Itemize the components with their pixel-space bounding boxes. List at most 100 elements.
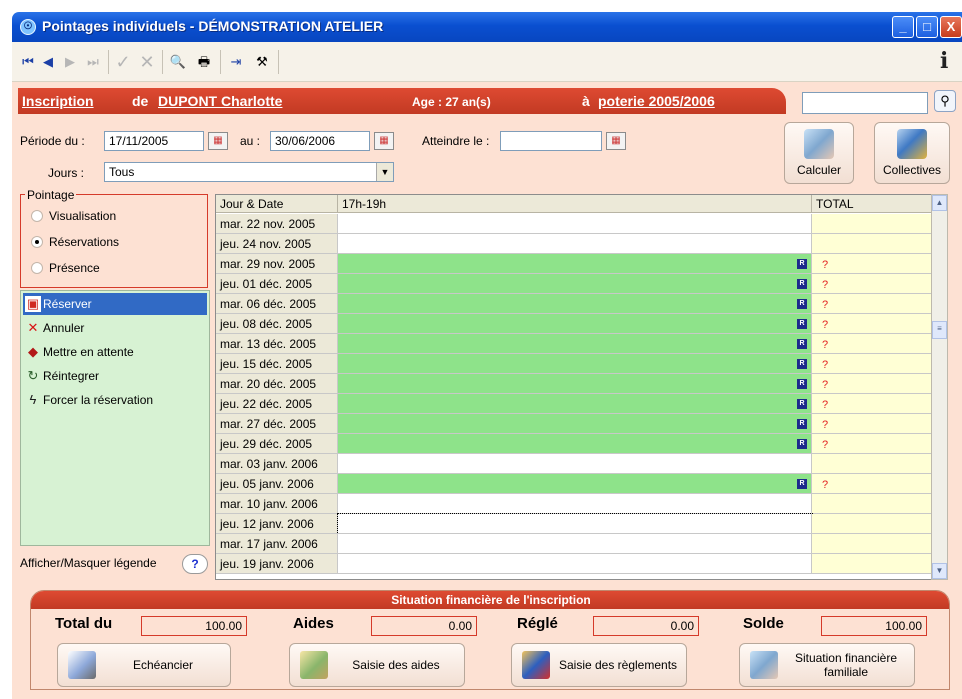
table-row[interactable]: jeu. 12 janv. 2006 xyxy=(216,513,947,535)
table-row[interactable]: jeu. 08 déc. 2005 R? xyxy=(216,314,947,334)
date-to-input[interactable]: 30/06/2006 xyxy=(270,131,370,151)
table-row[interactable]: mar. 03 janv. 2006 xyxy=(216,454,947,474)
slot-cell[interactable]: R xyxy=(338,414,812,434)
date-cell: jeu. 15 déc. 2005 xyxy=(216,354,338,374)
slot-cell[interactable]: R xyxy=(338,334,812,354)
close-button[interactable]: X xyxy=(940,16,962,38)
table-row[interactable]: mar. 06 déc. 2005 R? xyxy=(216,294,947,314)
table-row[interactable]: jeu. 22 déc. 2005 R? xyxy=(216,394,947,414)
slot-cell[interactable] xyxy=(338,534,812,554)
search-icon[interactable]: ⚲ xyxy=(934,90,956,112)
table-row[interactable]: mar. 10 janv. 2006 xyxy=(216,494,947,514)
calendar-to-icon[interactable]: ▦ xyxy=(374,132,394,150)
inscription-link[interactable]: Inscription xyxy=(22,93,94,109)
table-row[interactable]: jeu. 01 déc. 2005 R? xyxy=(216,274,947,294)
atteindre-input[interactable] xyxy=(500,131,602,151)
slot-cell[interactable]: R xyxy=(338,254,812,274)
slot-cell[interactable]: R xyxy=(338,374,812,394)
info-help-icon[interactable]: i xyxy=(940,48,948,74)
validate-icon[interactable]: ✓ xyxy=(112,52,134,72)
scroll-up-icon[interactable]: ▲ xyxy=(932,195,947,211)
date-from-input[interactable]: 17/11/2005 xyxy=(104,131,204,151)
slot-cell[interactable] xyxy=(337,513,813,535)
situation-familiale-button[interactable]: Situation financière familiale xyxy=(739,643,915,687)
table-row[interactable]: jeu. 15 déc. 2005 R? xyxy=(216,354,947,374)
action-item[interactable]: ▣ Réserver xyxy=(23,293,207,315)
radio-label: Visualisation xyxy=(49,209,117,223)
table-row[interactable]: mar. 20 déc. 2005 R? xyxy=(216,374,947,394)
legend-toggle-label[interactable]: Afficher/Masquer légende xyxy=(20,556,157,570)
legend-help-button[interactable]: ? xyxy=(182,554,208,574)
jours-select[interactable]: Tous xyxy=(104,162,394,182)
col-header-total[interactable]: TOTAL xyxy=(812,195,932,213)
table-row[interactable]: jeu. 05 janv. 2006 R? xyxy=(216,474,947,494)
slot-cell[interactable] xyxy=(338,454,812,474)
maximize-button[interactable]: □ xyxy=(916,16,938,38)
grid-scrollbar[interactable]: ▲ ≡ ▼ xyxy=(931,194,948,580)
slot-cell[interactable] xyxy=(338,494,812,514)
slot-cell[interactable]: R xyxy=(338,294,812,314)
lightning-icon: ϟ xyxy=(29,392,37,407)
action-item[interactable]: ✕ Annuler xyxy=(23,317,207,339)
slot-cell[interactable] xyxy=(338,554,812,574)
scroll-thumb[interactable]: ≡ xyxy=(932,321,947,339)
total-cell xyxy=(812,514,932,534)
activity-link[interactable]: poterie 2005/2006 xyxy=(598,93,715,109)
collectives-button[interactable]: Collectives xyxy=(874,122,950,184)
date-cell: jeu. 08 déc. 2005 xyxy=(216,314,338,334)
total-value: ? xyxy=(822,479,829,491)
col-header-slot[interactable]: 17h-19h xyxy=(338,195,812,213)
chevron-down-icon[interactable]: ▼ xyxy=(376,163,393,181)
table-row[interactable]: mar. 17 janv. 2006 xyxy=(216,534,947,554)
first-record-icon[interactable]: ⏮ xyxy=(20,52,36,72)
action-item[interactable]: ◆ Mettre en attente xyxy=(23,341,207,363)
total-value xyxy=(816,519,822,531)
next-record-icon[interactable]: ▶ xyxy=(62,52,78,72)
slot-cell[interactable]: R xyxy=(338,314,812,334)
table-row[interactable]: mar. 27 déc. 2005 R? xyxy=(216,414,947,434)
slot-cell[interactable]: R xyxy=(338,354,812,374)
binoculars-search-icon[interactable]: 🔍 xyxy=(168,52,188,72)
action-item[interactable]: ϟ Forcer la réservation xyxy=(23,389,207,411)
cancel-icon[interactable]: ✕ xyxy=(136,52,158,72)
table-row[interactable]: mar. 13 déc. 2005 R? xyxy=(216,334,947,354)
table-row[interactable]: mar. 29 nov. 2005 R? xyxy=(216,254,947,274)
person-name-link[interactable]: DUPONT Charlotte xyxy=(158,93,282,109)
minimize-button[interactable]: _ xyxy=(892,16,914,38)
total-cell: ? xyxy=(812,354,932,374)
slot-cell[interactable] xyxy=(338,214,812,234)
calendar-atteindre-icon[interactable]: ▦ xyxy=(606,132,626,150)
table-row[interactable]: jeu. 29 déc. 2005 R? xyxy=(216,434,947,454)
total-cell: ? xyxy=(812,254,932,274)
last-record-icon[interactable]: ⏭ xyxy=(84,52,102,72)
echeancier-label: Echéancier xyxy=(132,658,194,672)
slot-cell[interactable]: R xyxy=(338,434,812,454)
saisie-reglements-button[interactable]: Saisie des règlements xyxy=(511,643,687,687)
table-row[interactable]: mar. 22 nov. 2005 xyxy=(216,214,947,234)
slot-cell[interactable]: R xyxy=(338,274,812,294)
search-input[interactable] xyxy=(802,92,928,114)
tools-icon[interactable]: ⚒ xyxy=(252,52,272,72)
radio-visualisation[interactable]: Visualisation xyxy=(31,209,116,223)
app-logo-icon[interactable]: ☉ xyxy=(20,19,36,35)
slot-cell[interactable] xyxy=(338,234,812,254)
payment-cards-icon xyxy=(522,651,550,679)
calculer-button[interactable]: Calculer xyxy=(784,122,854,184)
table-row[interactable]: jeu. 19 janv. 2006 xyxy=(216,554,947,574)
situation-familiale-label: Situation financière familiale xyxy=(794,651,898,679)
printer-icon[interactable]: 🖶 xyxy=(194,52,214,72)
action-item[interactable]: ↻ Réintegrer xyxy=(23,365,207,387)
calendar-from-icon[interactable]: ▦ xyxy=(208,132,228,150)
slot-cell[interactable]: R xyxy=(338,474,812,494)
table-row[interactable]: jeu. 24 nov. 2005 xyxy=(216,234,947,254)
exit-icon[interactable]: ⇥ xyxy=(226,52,246,72)
date-cell: mar. 20 déc. 2005 xyxy=(216,374,338,394)
radio-presence[interactable]: Présence xyxy=(31,261,100,275)
col-header-date[interactable]: Jour & Date xyxy=(216,195,338,213)
slot-cell[interactable]: R xyxy=(338,394,812,414)
saisie-aides-button[interactable]: Saisie des aides xyxy=(289,643,465,687)
scroll-down-icon[interactable]: ▼ xyxy=(932,563,947,579)
radio-reservations[interactable]: Réservations xyxy=(31,235,119,249)
previous-record-icon[interactable]: ◀ xyxy=(40,52,56,72)
echeancier-button[interactable]: Echéancier xyxy=(57,643,231,687)
